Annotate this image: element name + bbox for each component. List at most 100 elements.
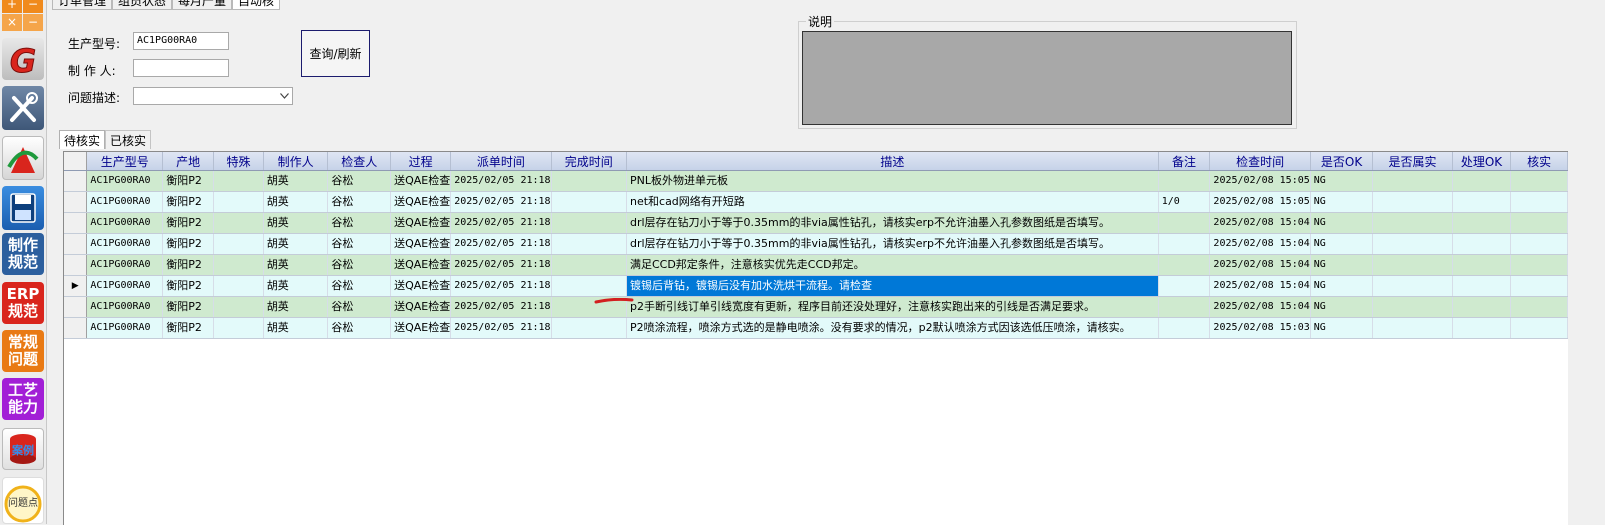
common-issues-button[interactable]: 常规 问题: [2, 330, 44, 372]
col-special[interactable]: 特殊: [213, 152, 264, 171]
cell-handled-ok[interactable]: [1452, 275, 1512, 297]
tab-auto-check[interactable]: 自动核: [232, 0, 281, 10]
cell-note[interactable]: [1158, 317, 1211, 339]
cell-handled-ok[interactable]: [1452, 191, 1512, 213]
cell-is-ok[interactable]: NG: [1310, 296, 1374, 318]
cell-site[interactable]: 衡阳P2: [162, 212, 215, 234]
cell-checker[interactable]: 谷松: [327, 254, 392, 276]
close-icon[interactable]: ×: [2, 14, 22, 31]
row-header[interactable]: [64, 296, 88, 318]
cell-checker[interactable]: 谷松: [327, 296, 392, 318]
table-row[interactable]: AC1PG00RA0 衡阳P2 胡英 谷松 送QAE检查 2025/02/05 21:18…: [64, 254, 1568, 276]
issue-point-icon[interactable]: 问题点: [2, 477, 44, 524]
cell-model[interactable]: AC1PG00RA0: [86, 317, 164, 339]
cell-model[interactable]: AC1PG00RA0: [86, 191, 164, 213]
cell-verify[interactable]: [1510, 317, 1568, 339]
cell-description[interactable]: PNL板外物进单元板: [626, 170, 1159, 192]
table-row[interactable]: ▶ AC1PG00RA0 衡阳P2 胡英 谷松 送QAE检查 2025/02/05 21:1…: [64, 275, 1568, 297]
cell-is-ok[interactable]: NG: [1310, 191, 1374, 213]
cell-is-ok[interactable]: NG: [1310, 170, 1374, 192]
table-row[interactable]: AC1PG00RA0 衡阳P2 胡英 谷松 送QAE检查 2025/02/05 21:18…: [64, 233, 1568, 255]
cell-verify[interactable]: [1510, 254, 1568, 276]
tools-icon[interactable]: [2, 86, 44, 130]
cell-special[interactable]: [213, 296, 264, 318]
cell-handled-ok[interactable]: [1452, 296, 1512, 318]
save-icon[interactable]: [2, 186, 44, 230]
cell-process[interactable]: 送QAE检查: [390, 254, 452, 276]
cell-verify[interactable]: [1510, 170, 1568, 192]
cell-model[interactable]: AC1PG00RA0: [86, 212, 164, 234]
table-row[interactable]: AC1PG00RA0 衡阳P2 胡英 谷松 送QAE检查 2025/02/05 21:18…: [64, 170, 1568, 192]
col-site[interactable]: 产地: [162, 152, 215, 171]
cell-handled-ok[interactable]: [1452, 254, 1512, 276]
row-pointer-icon[interactable]: ▶: [64, 275, 88, 297]
cell-special[interactable]: [213, 233, 264, 255]
tab-pending[interactable]: 待核实: [59, 130, 106, 149]
col-model[interactable]: 生产型号: [86, 152, 164, 171]
cell-check-time[interactable]: 2025/02/08 15:04: [1209, 296, 1311, 318]
cell-maker[interactable]: 胡英: [263, 212, 329, 234]
col-is-true[interactable]: 是否属实: [1372, 152, 1453, 171]
cell-site[interactable]: 衡阳P2: [162, 275, 215, 297]
cell-check-time[interactable]: 2025/02/08 15:05: [1209, 191, 1311, 213]
cell-dispatch-time[interactable]: 2025/02/05 21:18: [450, 254, 552, 276]
cell-checker[interactable]: 谷松: [327, 275, 392, 297]
cell-description[interactable]: drl层存在钻刀小于等于0.35mm的非via属性钻孔，请核实erp不允许油墨入…: [626, 212, 1159, 234]
row-header[interactable]: [64, 317, 88, 339]
cell-handled-ok[interactable]: [1452, 233, 1512, 255]
cell-special[interactable]: [213, 212, 264, 234]
cell-description[interactable]: net和cad网络有开短路: [626, 191, 1159, 213]
cell-note[interactable]: [1158, 254, 1211, 276]
cell-done-time[interactable]: [551, 317, 627, 339]
cell-handled-ok[interactable]: [1452, 317, 1512, 339]
cell-handled-ok[interactable]: [1452, 212, 1512, 234]
cell-check-time[interactable]: 2025/02/08 15:04: [1209, 254, 1311, 276]
cell-process[interactable]: 送QAE检查: [390, 275, 452, 297]
cell-description[interactable]: p2手断引线订单引线宽度有更新，程序目前还没处理好，注意核实跑出来的引线是否满足…: [626, 296, 1159, 318]
cell-is-ok[interactable]: NG: [1310, 317, 1374, 339]
cell-special[interactable]: [213, 170, 264, 192]
cell-special[interactable]: [213, 275, 264, 297]
cell-model[interactable]: AC1PG00RA0: [86, 275, 164, 297]
query-refresh-button[interactable]: 查询/刷新: [301, 30, 370, 77]
row-header[interactable]: [64, 254, 88, 276]
cell-maker[interactable]: 胡英: [263, 275, 329, 297]
cell-process[interactable]: 送QAE检查: [390, 212, 452, 234]
cell-is-ok[interactable]: NG: [1310, 212, 1374, 234]
issue-select[interactable]: [133, 87, 293, 105]
cell-done-time[interactable]: [551, 212, 627, 234]
row-header[interactable]: [64, 191, 88, 213]
col-description[interactable]: 描述: [626, 152, 1159, 171]
cell-description[interactable]: drl层存在钻刀小于等于0.35mm的非via属性钻孔，请核实erp不允许油墨入…: [626, 233, 1159, 255]
cell-check-time[interactable]: 2025/02/08 15:03: [1209, 317, 1311, 339]
cell-site[interactable]: 衡阳P2: [162, 254, 215, 276]
col-note[interactable]: 备注: [1158, 152, 1211, 171]
cell-is-true[interactable]: [1372, 275, 1453, 297]
cell-description[interactable]: P2喷涂流程，喷涂方式选的是静电喷涂。没有要求的情况，p2默认喷涂方式因该选低压…: [626, 317, 1159, 339]
cell-dispatch-time[interactable]: 2025/02/05 21:18: [450, 191, 552, 213]
cell-description[interactable]: 镀锡后背钻，镀锡后没有加水洗烘干流程。请检查: [626, 275, 1159, 297]
cell-dispatch-time[interactable]: 2025/02/05 21:18: [450, 317, 552, 339]
erp-standards-button[interactable]: ERP 规范: [2, 282, 44, 324]
cell-site[interactable]: 衡阳P2: [162, 296, 215, 318]
cell-verify[interactable]: [1510, 191, 1568, 213]
cell-dispatch-time[interactable]: 2025/02/05 21:18: [450, 212, 552, 234]
cell-special[interactable]: [213, 191, 264, 213]
cell-verify[interactable]: [1510, 296, 1568, 318]
col-maker[interactable]: 制作人: [263, 152, 329, 171]
cell-process[interactable]: 送QAE检查: [390, 191, 452, 213]
row-header[interactable]: [64, 233, 88, 255]
cell-checker[interactable]: 谷松: [327, 191, 392, 213]
cell-checker[interactable]: 谷松: [327, 317, 392, 339]
col-done-time[interactable]: 完成时间: [551, 152, 627, 171]
cell-maker[interactable]: 胡英: [263, 233, 329, 255]
cell-checker[interactable]: 谷松: [327, 233, 392, 255]
cell-process[interactable]: 送QAE检查: [390, 170, 452, 192]
table-row[interactable]: AC1PG00RA0 衡阳P2 胡英 谷松 送QAE检查 2025/02/05 21:18…: [64, 191, 1568, 213]
row-header[interactable]: [64, 170, 88, 192]
cell-model[interactable]: AC1PG00RA0: [86, 254, 164, 276]
cell-is-ok[interactable]: NG: [1310, 233, 1374, 255]
table-row[interactable]: AC1PG00RA0 衡阳P2 胡英 谷松 送QAE检查 2025/02/05 21:18…: [64, 212, 1568, 234]
cell-special[interactable]: [213, 254, 264, 276]
cell-maker[interactable]: 胡英: [263, 254, 329, 276]
